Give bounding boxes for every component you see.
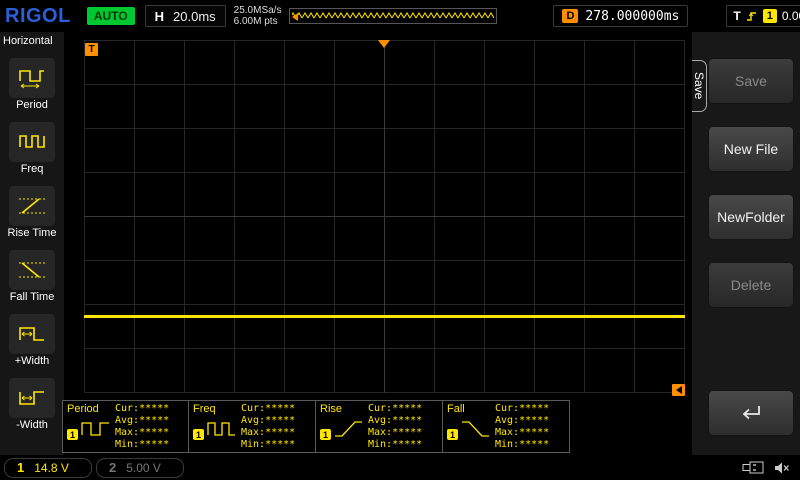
measurement-name: Fall [447, 403, 465, 415]
plus-width-icon [9, 314, 55, 354]
menu-item-fall-time[interactable]: Fall Time [0, 250, 64, 303]
measure-menu-title: Horizontal [3, 35, 53, 47]
measurement-period: Period 1 Cur:***** Avg:***** Max:***** M… [62, 400, 189, 453]
top-bar: RIGOL AUTO H 20.0ms 25.0MSa/s 6.00M pts … [0, 0, 800, 32]
rigol-logo: RIGOL [5, 4, 71, 27]
minus-width-icon [9, 378, 55, 418]
menu-item-label: Rise Time [7, 227, 57, 239]
measurement-values: Cur:***** Avg:***** Max:***** Min:***** [368, 403, 423, 450]
channel1-badge: 1 [447, 429, 458, 440]
delay-readout: D 278.000000ms [553, 5, 689, 27]
channel-number: 1 [17, 460, 25, 475]
waveform-display-area: T [84, 40, 685, 396]
channel1-badge: 1 [193, 429, 204, 440]
trigger-position-flag: T [85, 43, 98, 56]
delete-button[interactable]: Delete [708, 262, 794, 308]
menu-item-label: Period [16, 99, 48, 111]
freq-icon [9, 122, 55, 162]
menu-item-freq[interactable]: Freq [0, 122, 64, 175]
menu-item-plus-width[interactable]: +Width [0, 314, 64, 367]
rise-time-icon [9, 186, 55, 226]
usb-icon [742, 461, 764, 474]
measurement-name: Freq [193, 403, 216, 415]
bottom-status-bar: 1 14.8 V 2 5.00 V [0, 455, 800, 480]
rising-edge-icon [746, 11, 756, 21]
trigger-level-offscreen-marker-icon [672, 384, 685, 396]
trigger-label: T [733, 9, 741, 23]
save-button[interactable]: Save [708, 58, 794, 104]
measurement-panel: Period 1 Cur:***** Avg:***** Max:***** M… [62, 400, 570, 453]
new-file-button[interactable]: New File [708, 126, 794, 172]
measurement-fall: Fall 1 Cur:***** Avg:***** Max:***** Min… [443, 400, 570, 453]
menu-item-label: -Width [16, 419, 48, 431]
new-folder-button[interactable]: NewFolder [708, 194, 794, 240]
menu-item-rise-time[interactable]: Rise Time [0, 186, 64, 239]
delay-value: 278.000000ms [585, 8, 680, 24]
trigger-source-badge: 1 [762, 9, 777, 23]
rise-waveform-icon [335, 421, 362, 437]
channel1-badge: 1 [320, 429, 331, 440]
channel2-status[interactable]: 2 5.00 V [96, 457, 184, 478]
channel-scale: 5.00 V [126, 460, 161, 475]
period-waveform-icon [81, 422, 109, 436]
menu-item-label: Fall Time [9, 291, 55, 303]
speaker-icon [775, 462, 789, 473]
sample-rate: 25.0MSa/s [233, 5, 282, 16]
measurement-rise: Rise 1 Cur:***** Avg:***** Max:***** Min… [316, 400, 443, 453]
measure-menu-sidebar: Horizontal Period Freq Rise Time Fall Ti… [0, 32, 64, 455]
horizontal-timebase-readout: H 20.0ms [144, 5, 226, 27]
period-icon [9, 58, 55, 98]
menu-item-period[interactable]: Period [0, 58, 64, 111]
softkey-menu-sidebar: Save Save New File NewFolder Delete [692, 32, 800, 455]
trigger-readout: T 1 0.00V [726, 5, 800, 27]
freq-waveform-icon [207, 422, 235, 436]
waveform-memory-bar [289, 8, 498, 24]
measurement-values: Cur:***** Avg:***** Max:***** Min:***** [495, 403, 550, 450]
fall-waveform-icon [462, 421, 489, 437]
trigger-level-value: 0.00V [781, 9, 800, 23]
menu-tab-save[interactable]: Save [692, 60, 707, 112]
graticule-center-horizontal-line [84, 216, 685, 217]
measurement-name: Rise [320, 403, 343, 415]
measurement-name: Period [67, 403, 99, 415]
measurement-freq: Freq 1 Cur:***** Avg:***** Max:***** Min… [189, 400, 316, 453]
measurement-values: Cur:***** Avg:***** Max:***** Min:***** [115, 403, 170, 450]
channel1-trace [84, 315, 685, 318]
memory-depth: 6.00M pts [233, 16, 278, 27]
timebase-value: 20.0ms [173, 8, 216, 24]
return-arrow-icon [742, 406, 760, 420]
menu-item-label: Freq [20, 163, 44, 175]
measurement-values: Cur:***** Avg:***** Max:***** Min:***** [241, 403, 296, 450]
run-state-badge: AUTO [86, 7, 135, 25]
menu-item-label: +Width [14, 355, 50, 367]
trigger-position-marker-icon[interactable] [378, 40, 390, 48]
oscilloscope-screen: RIGOL AUTO H 20.0ms 25.0MSa/s 6.00M pts … [0, 0, 800, 480]
back-button[interactable] [708, 390, 794, 436]
channel-scale: 14.8 V [34, 460, 69, 475]
memory-waveform-icon [292, 9, 495, 23]
h-label: H [154, 8, 165, 24]
menu-item-minus-width[interactable]: -Width [0, 378, 64, 431]
channel1-badge: 1 [67, 429, 78, 440]
fall-time-icon [9, 250, 55, 290]
acquisition-info: 25.0MSa/s 6.00M pts [234, 5, 282, 27]
delay-label: D [562, 9, 579, 23]
channel-number: 2 [109, 460, 117, 475]
channel1-status[interactable]: 1 14.8 V [4, 457, 92, 478]
memory-trigger-marker-icon [292, 13, 299, 21]
